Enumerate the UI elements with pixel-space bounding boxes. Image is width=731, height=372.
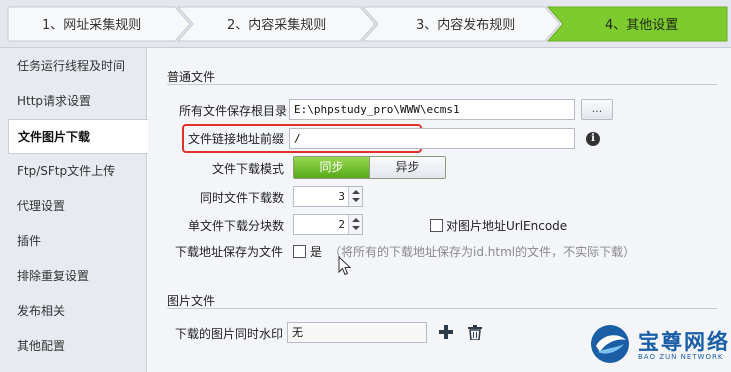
- mode-sync-button[interactable]: 同步: [294, 157, 370, 178]
- watermark-label: 下载的图片同时水印: [175, 327, 284, 341]
- watermark-input[interactable]: 无: [287, 322, 427, 343]
- download-mode-label: 文件下载模式: [212, 162, 285, 176]
- stepper-arrows[interactable]: [348, 215, 362, 234]
- save-url-hint: （将所有的下载地址保存为id.html的文件，不实际下载）: [329, 245, 636, 259]
- sidebar-item-thread-time[interactable]: 任务运行线程及时间: [0, 49, 147, 84]
- sidebar-item-other[interactable]: 其他配置: [0, 329, 147, 364]
- concurrent-downloads-stepper[interactable]: 3: [293, 186, 363, 207]
- urlencode-checkbox[interactable]: [430, 219, 443, 232]
- root-dir-label: 所有文件保存根目录: [179, 104, 288, 118]
- step-3-label[interactable]: 3、内容发布规则: [416, 14, 515, 33]
- step-2-label[interactable]: 2、内容采集规则: [227, 14, 326, 33]
- browse-button[interactable]: ...: [581, 99, 613, 120]
- section-divider: [167, 308, 717, 309]
- stepper-arrows[interactable]: [348, 187, 362, 206]
- save-url-checkbox-label[interactable]: 是: [310, 243, 322, 260]
- stepper-down-icon[interactable]: [352, 198, 360, 202]
- section-divider: [167, 84, 717, 85]
- concurrent-downloads-label: 同时文件下载数: [200, 191, 285, 205]
- sidebar-item-dedupe[interactable]: 排除重复设置: [0, 259, 147, 294]
- info-icon[interactable]: i: [586, 132, 600, 146]
- save-url-checkbox[interactable]: [293, 245, 306, 258]
- logo-subtitle: BAO ZUN NETWORK: [638, 353, 724, 361]
- chunks-value[interactable]: 2: [338, 215, 345, 234]
- logo-mark-icon: [591, 325, 629, 363]
- chunks-label: 单文件下载分块数: [188, 219, 285, 233]
- sidebar-item-ftp[interactable]: Ftp/SFtp文件上传: [0, 154, 147, 189]
- stepper-up-icon[interactable]: [352, 218, 360, 222]
- link-prefix-input[interactable]: /: [289, 128, 575, 149]
- concurrent-downloads-value[interactable]: 3: [338, 187, 345, 206]
- link-prefix-label: 文件链接地址前缀: [188, 132, 285, 146]
- mode-async-button[interactable]: 异步: [370, 157, 445, 178]
- stepper-up-icon[interactable]: [352, 190, 360, 194]
- sidebar-item-plugins[interactable]: 插件: [0, 224, 147, 259]
- urlencode-label[interactable]: 对图片地址UrlEncode: [446, 217, 567, 234]
- step-1-label[interactable]: 1、网址采集规则: [42, 14, 141, 33]
- logo-name: 宝尊网络: [638, 330, 730, 354]
- sidebar-item-file-download[interactable]: 文件图片下载: [8, 119, 148, 154]
- step-4-label[interactable]: 4、其他设置: [605, 14, 678, 33]
- settings-sidebar: 任务运行线程及时间 Http请求设置 文件图片下载 Ftp/SFtp文件上传 代…: [0, 48, 148, 372]
- mouse-cursor-icon: [338, 256, 352, 276]
- chunks-stepper[interactable]: 2: [293, 214, 363, 235]
- sidebar-item-http[interactable]: Http请求设置: [0, 84, 147, 119]
- wizard-steps: 1、网址采集规则 2、内容采集规则 3、内容发布规则 4、其他设置: [0, 0, 731, 48]
- sidebar-item-publish[interactable]: 发布相关: [0, 294, 147, 329]
- brand-logo: 宝尊网络 BAO ZUN NETWORK: [588, 322, 728, 367]
- stepper-down-icon[interactable]: [352, 226, 360, 230]
- trash-icon[interactable]: [468, 325, 482, 340]
- download-mode-toggle: 同步 异步: [293, 156, 446, 179]
- section-title-image-files: 图片文件: [167, 294, 216, 308]
- root-dir-input[interactable]: E:\phpstudy_pro\WWW\ecms1: [289, 99, 575, 120]
- section-title-normal-files: 普通文件: [167, 70, 216, 84]
- add-icon[interactable]: [439, 325, 453, 339]
- sidebar-item-proxy[interactable]: 代理设置: [0, 189, 147, 224]
- save-url-label: 下载地址保存为文件: [175, 245, 284, 259]
